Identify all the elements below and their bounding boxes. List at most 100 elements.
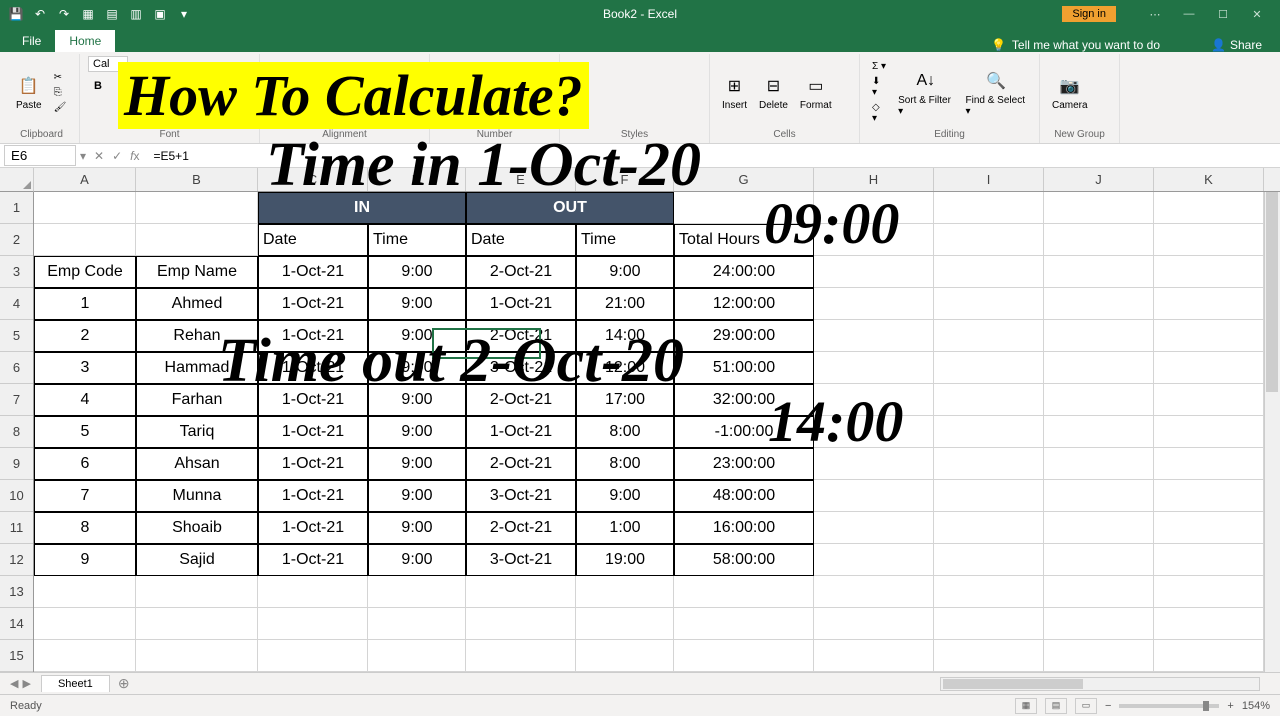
format-painter-button[interactable]: 🖌: [50, 101, 71, 114]
column-header[interactable]: B: [136, 168, 258, 191]
fill-button[interactable]: ⬇ ▾: [868, 75, 890, 99]
cell[interactable]: [934, 352, 1044, 384]
cell[interactable]: 9:00: [576, 480, 674, 512]
cell[interactable]: [576, 608, 674, 640]
cell[interactable]: [136, 192, 258, 224]
cell[interactable]: [136, 576, 258, 608]
cell[interactable]: [814, 640, 934, 672]
cell[interactable]: [814, 544, 934, 576]
cell[interactable]: 58:00:00: [674, 544, 814, 576]
cell[interactable]: 1-Oct-21: [258, 480, 368, 512]
cell[interactable]: 9:00: [368, 416, 466, 448]
cell[interactable]: 23:00:00: [674, 448, 814, 480]
tab-next-icon[interactable]: ▶: [22, 677, 30, 690]
row-header[interactable]: 11: [0, 512, 33, 544]
column-header[interactable]: C: [258, 168, 368, 191]
cell[interactable]: 1-Oct-21: [258, 384, 368, 416]
cell[interactable]: [934, 512, 1044, 544]
cell[interactable]: [814, 256, 934, 288]
cell[interactable]: 29:00:00: [674, 320, 814, 352]
cell[interactable]: 5: [34, 416, 136, 448]
cell[interactable]: [1044, 352, 1154, 384]
tab-prev-icon[interactable]: ◀: [10, 677, 18, 690]
cell[interactable]: [934, 544, 1044, 576]
cell[interactable]: Emp Code: [34, 256, 136, 288]
cell[interactable]: 1-Oct-21: [466, 416, 576, 448]
file-tab[interactable]: File: [8, 30, 55, 52]
cell[interactable]: 1-Oct-21: [258, 288, 368, 320]
cell[interactable]: 3-Oct-21: [466, 544, 576, 576]
zoom-in-button[interactable]: +: [1227, 700, 1233, 712]
cell[interactable]: [674, 608, 814, 640]
cell[interactable]: [934, 384, 1044, 416]
cell[interactable]: 1-Oct-21: [466, 288, 576, 320]
column-header[interactable]: K: [1154, 168, 1264, 191]
cell[interactable]: 9:00: [576, 256, 674, 288]
row-header[interactable]: 6: [0, 352, 33, 384]
row-header[interactable]: 1: [0, 192, 33, 224]
cell[interactable]: 9:00: [368, 320, 466, 352]
row-header[interactable]: 8: [0, 416, 33, 448]
page-break-button[interactable]: ▭: [1075, 698, 1097, 714]
cells-grid[interactable]: INOUTDateTimeDateTimeTotal HoursEmp Code…: [34, 192, 1280, 672]
row-header[interactable]: 14: [0, 608, 33, 640]
share-button[interactable]: 👤 Share: [1211, 38, 1262, 52]
row-header[interactable]: 12: [0, 544, 33, 576]
cell[interactable]: [674, 576, 814, 608]
cell[interactable]: 1-Oct-21: [258, 320, 368, 352]
cell[interactable]: [814, 608, 934, 640]
cell[interactable]: 48:00:00: [674, 480, 814, 512]
cell[interactable]: 4: [34, 384, 136, 416]
cell[interactable]: [934, 576, 1044, 608]
column-header[interactable]: F: [576, 168, 674, 191]
cell[interactable]: Ahmed: [136, 288, 258, 320]
cell[interactable]: 2: [34, 320, 136, 352]
cell[interactable]: [1044, 544, 1154, 576]
cell[interactable]: [34, 224, 136, 256]
cell[interactable]: 1-Oct-21: [258, 512, 368, 544]
cell[interactable]: [34, 576, 136, 608]
fx-icon[interactable]: fx: [130, 149, 139, 163]
row-header[interactable]: 13: [0, 576, 33, 608]
cell[interactable]: 32:00:00: [674, 384, 814, 416]
cell[interactable]: [674, 640, 814, 672]
sort-filter-button[interactable]: A↓Sort & Filter ▾: [894, 67, 957, 119]
insert-button[interactable]: ⊞Insert: [718, 72, 751, 113]
cell[interactable]: [1154, 352, 1264, 384]
cell[interactable]: [1154, 480, 1264, 512]
cell[interactable]: [814, 384, 934, 416]
cell[interactable]: 9:00: [368, 288, 466, 320]
select-all-button[interactable]: [0, 168, 34, 192]
cell[interactable]: [1154, 576, 1264, 608]
cell[interactable]: 21:00: [576, 288, 674, 320]
cell[interactable]: Ahsan: [136, 448, 258, 480]
column-header[interactable]: I: [934, 168, 1044, 191]
cell[interactable]: [258, 576, 368, 608]
row-header[interactable]: 15: [0, 640, 33, 672]
cell[interactable]: [934, 192, 1044, 224]
cell[interactable]: 19:00: [576, 544, 674, 576]
cell[interactable]: Date: [466, 224, 576, 256]
autosum-button[interactable]: Σ ▾: [868, 60, 890, 73]
cell[interactable]: 14:00: [576, 320, 674, 352]
cell[interactable]: Tariq: [136, 416, 258, 448]
sheet-tab[interactable]: Sheet1: [41, 675, 110, 692]
new-sheet-button[interactable]: ⊕: [110, 675, 138, 692]
paste-button[interactable]: 📋 Paste: [12, 72, 46, 113]
cell[interactable]: 9:00: [368, 512, 466, 544]
cell[interactable]: [814, 480, 934, 512]
cell[interactable]: OUT: [466, 192, 674, 224]
name-box[interactable]: [4, 145, 76, 166]
cell[interactable]: 9:00: [368, 544, 466, 576]
minimize-icon[interactable]: —: [1174, 4, 1204, 24]
maximize-icon[interactable]: ☐: [1208, 4, 1238, 24]
column-header[interactable]: E: [466, 168, 576, 191]
cell[interactable]: [1154, 512, 1264, 544]
normal-view-button[interactable]: ▦: [1015, 698, 1037, 714]
save-icon[interactable]: 💾: [8, 6, 24, 22]
cell[interactable]: 3: [34, 352, 136, 384]
vertical-scrollbar[interactable]: [1264, 168, 1280, 672]
cell[interactable]: [934, 448, 1044, 480]
cell[interactable]: [1044, 416, 1154, 448]
cell[interactable]: [1154, 640, 1264, 672]
